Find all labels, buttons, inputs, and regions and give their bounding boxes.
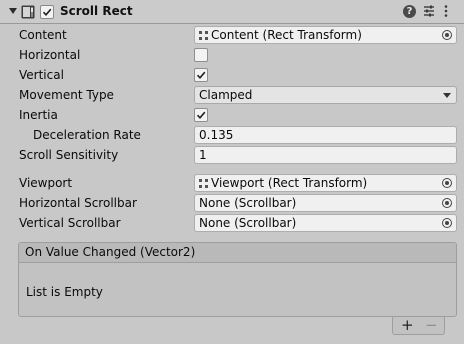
event-footer: + − <box>392 317 445 335</box>
movement-type-label: Movement Type <box>19 88 114 102</box>
horizontal-scrollbar-value: None (Scrollbar) <box>199 196 297 210</box>
presets-icon[interactable] <box>422 4 436 18</box>
on-value-changed-event: On Value Changed (Vector2) List is Empty <box>18 242 457 317</box>
vertical-scrollbar-field[interactable]: None (Scrollbar) <box>194 214 457 232</box>
component-enabled-toggle[interactable] <box>40 5 54 19</box>
checkmark-icon <box>42 8 52 16</box>
scroll-sensitivity-label: Scroll Sensitivity <box>19 148 119 162</box>
component-title: Scroll Rect <box>60 4 133 18</box>
event-header: On Value Changed (Vector2) <box>19 243 456 263</box>
add-listener-button[interactable]: + <box>401 318 414 333</box>
viewport-label: Viewport <box>19 176 73 190</box>
object-picker-icon[interactable] <box>442 198 452 208</box>
scroll-rect-component-icon <box>21 5 35 19</box>
inertia-label: Inertia <box>19 108 58 122</box>
kebab-menu-icon[interactable] <box>443 4 449 18</box>
component-header: Scroll Rect ? <box>0 0 464 24</box>
foldout-arrow-icon[interactable] <box>9 8 17 14</box>
viewport-object-field[interactable]: Viewport (Rect Transform) <box>194 174 457 192</box>
scroll-sensitivity-input[interactable]: 1 <box>194 146 457 164</box>
movement-type-value: Clamped <box>199 88 253 102</box>
dropdown-arrow-icon <box>443 93 451 98</box>
viewport-value: Viewport (Rect Transform) <box>211 176 368 190</box>
horizontal-checkbox[interactable] <box>194 48 208 62</box>
vertical-scrollbar-label: Vertical Scrollbar <box>19 216 121 230</box>
content-label: Content <box>19 28 67 42</box>
vertical-scrollbar-value: None (Scrollbar) <box>199 216 297 230</box>
object-picker-icon[interactable] <box>442 218 452 228</box>
rect-transform-icon <box>199 31 208 40</box>
deceleration-rate-value: 0.135 <box>199 128 234 142</box>
object-picker-icon[interactable] <box>442 30 452 40</box>
scroll-sensitivity-value: 1 <box>199 148 207 162</box>
horizontal-scrollbar-label: Horizontal Scrollbar <box>19 196 137 210</box>
deceleration-rate-input[interactable]: 0.135 <box>194 126 457 144</box>
horizontal-scrollbar-field[interactable]: None (Scrollbar) <box>194 194 457 212</box>
event-title: On Value Changed (Vector2) <box>25 245 196 259</box>
event-empty-text: List is Empty <box>26 285 103 299</box>
remove-listener-button[interactable]: − <box>425 318 438 333</box>
vertical-checkbox[interactable] <box>194 68 208 82</box>
vertical-label: Vertical <box>19 68 64 82</box>
object-picker-icon[interactable] <box>442 178 452 188</box>
help-icon[interactable]: ? <box>403 5 416 18</box>
checkmark-icon <box>196 71 206 79</box>
movement-type-dropdown[interactable]: Clamped <box>194 86 457 104</box>
inertia-checkbox[interactable] <box>194 108 208 122</box>
deceleration-rate-label: Deceleration Rate <box>33 128 141 142</box>
rect-transform-icon <box>199 179 208 188</box>
content-object-field[interactable]: Content (Rect Transform) <box>194 26 457 44</box>
content-value: Content (Rect Transform) <box>211 28 362 42</box>
checkmark-icon <box>196 111 206 119</box>
horizontal-label: Horizontal <box>19 48 81 62</box>
